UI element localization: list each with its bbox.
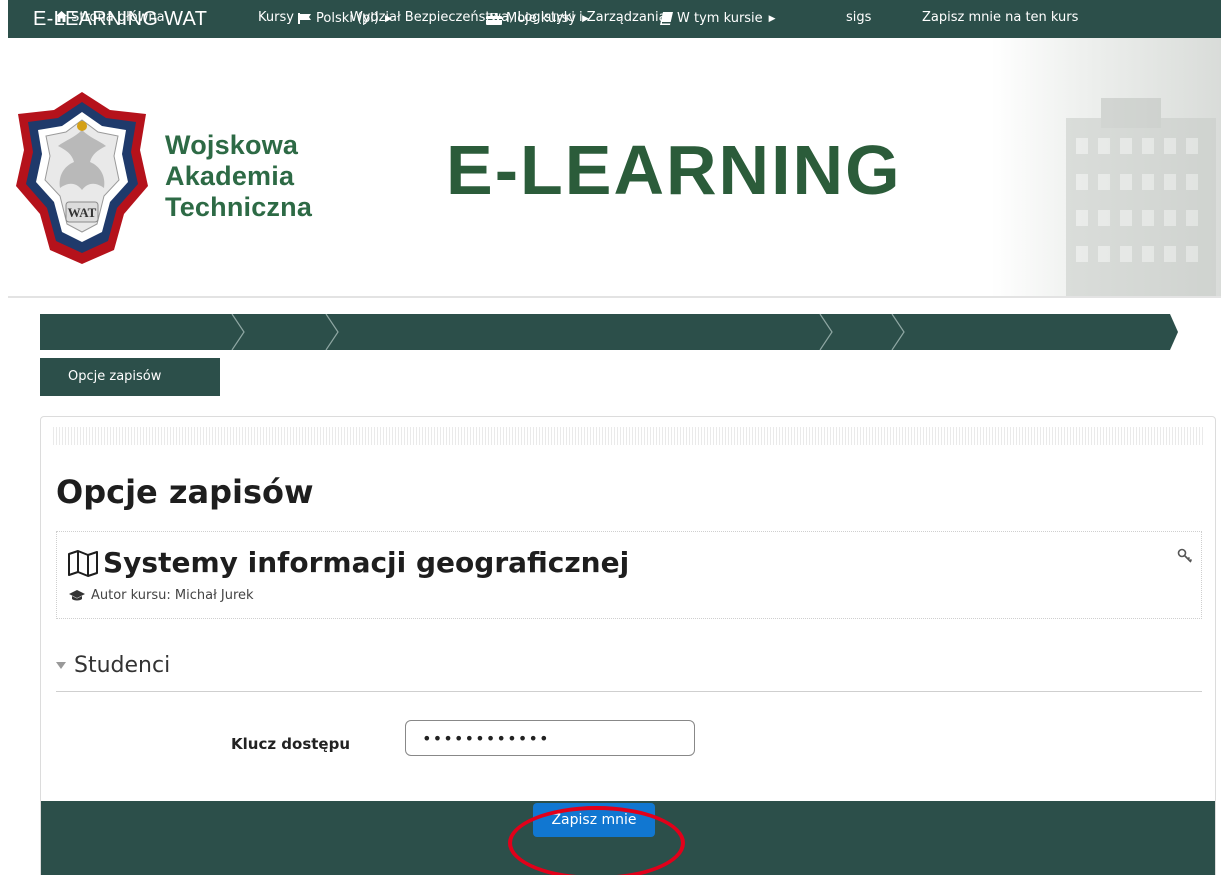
breadcrumb-item-enrol[interactable]: Zapisz mnie na ten kurs — [922, 0, 1078, 36]
breadcrumb-end-arrow — [1160, 314, 1178, 350]
site-header: WAT Wojskowa Akademia Techniczna E-LEARN… — [0, 38, 1221, 296]
section-title: Studenci — [74, 653, 171, 678]
header-title: E-LEARNING — [446, 131, 902, 209]
breadcrumb-separator — [819, 314, 833, 350]
course-author: Autor kursu: Michał Jurek — [69, 588, 254, 603]
breadcrumb-item-sigs[interactable]: sigs — [846, 0, 871, 36]
breadcrumb-separator — [231, 314, 245, 350]
enrol-me-button[interactable]: Zapisz mnie — [533, 803, 655, 837]
course-name-text: Systemy informacji geograficznej — [103, 546, 630, 579]
key-icon — [1177, 548, 1193, 563]
breadcrumb-bar — [40, 314, 1170, 350]
svg-text:WAT: WAT — [68, 205, 97, 220]
dotted-divider — [53, 427, 1205, 445]
page-title: Opcje zapisów — [56, 473, 314, 511]
section-toggle-students[interactable]: Studenci — [56, 653, 170, 678]
breadcrumb-separator — [325, 314, 339, 350]
logo-text: Wojskowa Akademia Techniczna — [165, 130, 312, 223]
caret-right-icon: ▶ — [768, 13, 776, 24]
breadcrumb-item-faculty[interactable]: Wydział Bezpieczeństwa, Logistyki i Zarz… — [350, 0, 667, 36]
section-divider — [56, 691, 1202, 692]
logo-line: Akademia — [165, 161, 295, 191]
nav-this-course-menu[interactable]: W tym kursie ▶ — [660, 11, 776, 26]
flag-icon — [298, 13, 311, 24]
logo-line: Techniczna — [165, 192, 313, 222]
course-box: Systemy informacji geograficznej Autor k… — [56, 531, 1202, 619]
building-image — [1066, 98, 1216, 296]
course-author-text: Autor kursu: Michał Jurek — [91, 588, 254, 603]
access-key-label: Klucz dostępu — [231, 735, 351, 753]
course-name[interactable]: Systemy informacji geograficznej — [67, 546, 629, 579]
wat-emblem-logo[interactable]: WAT — [14, 90, 150, 266]
nav-this-course-label: W tym kursie — [677, 11, 763, 26]
header-divider — [8, 296, 1221, 298]
access-key-input[interactable] — [405, 720, 695, 756]
main-region: Opcje zapisów Systemy informacji geograf… — [40, 416, 1216, 875]
breadcrumb-item-home[interactable]: Strona główna — [56, 0, 165, 36]
map-icon — [68, 549, 98, 577]
breadcrumb-item-courses[interactable]: Kursy — [258, 0, 294, 36]
breadcrumb-label: Strona główna — [71, 10, 165, 25]
logo-line: Wojskowa — [165, 130, 299, 160]
collapse-triangle-icon — [56, 661, 66, 669]
graduation-cap-icon — [69, 589, 85, 600]
breadcrumb-separator — [891, 314, 905, 350]
breadcrumb-item-current: Opcje zapisów — [40, 358, 220, 396]
home-icon — [56, 11, 67, 22]
